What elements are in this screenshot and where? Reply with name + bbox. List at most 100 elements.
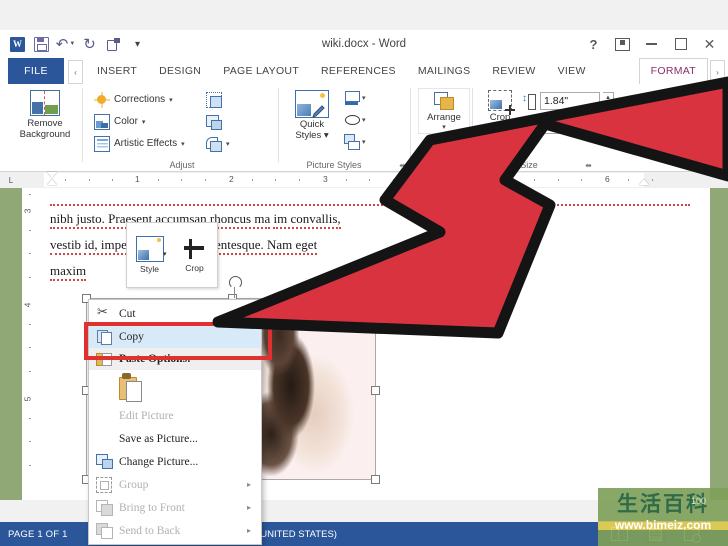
style-icon: ▾ xyxy=(135,236,167,262)
minimize-icon[interactable] xyxy=(637,31,666,57)
mini-style-button[interactable]: ▾ Style xyxy=(127,223,172,287)
context-menu-label-copy: Copy xyxy=(119,330,144,343)
tab-view[interactable]: VIEW xyxy=(547,58,597,84)
context-menu-item-save-as-picture[interactable]: Save as Picture... xyxy=(89,427,261,450)
window-controls: ? ✕ xyxy=(579,30,724,58)
stepper-down-icon[interactable]: ▼ xyxy=(605,101,611,107)
submenu-arrow-icon: ▸ xyxy=(246,480,251,489)
restore-icon[interactable] xyxy=(666,31,695,57)
context-menu[interactable]: Cut Copy Paste Options: Edit Picture Sav… xyxy=(88,299,262,545)
remove-background-button[interactable]: Remove Background xyxy=(12,88,78,140)
context-menu-label-cut: Cut xyxy=(119,307,136,320)
bring-to-front-icon xyxy=(89,496,119,519)
context-menu-label-send-to-back: Send to Back xyxy=(119,524,181,537)
context-menu-item-bring-to-front: Bring to Front ▸ xyxy=(89,496,261,519)
tab-scroll-left-icon[interactable]: ‹ xyxy=(68,60,83,84)
shape-width-stepper[interactable]: ▲ ▼ xyxy=(603,116,614,134)
tab-scroll-right-icon[interactable]: › xyxy=(710,60,725,84)
tab-design[interactable]: DESIGN xyxy=(148,58,212,84)
corrections-icon xyxy=(94,91,110,108)
ribbon-group-remove-background: Remove Background xyxy=(8,84,82,172)
resize-handle-bottom-right[interactable] xyxy=(371,475,380,484)
picture-layout-icon xyxy=(344,134,360,150)
title-bar: W ↶ ▼ ↻ ▾ wiki.docx - Word ? ✕ xyxy=(0,30,728,58)
first-line-indent-marker[interactable] xyxy=(47,172,57,178)
tab-selector-icon[interactable]: L xyxy=(0,172,22,188)
ribbon-display-options-icon[interactable] xyxy=(608,31,637,57)
tab-format[interactable]: FORMAT xyxy=(638,58,708,84)
tab-file[interactable]: FILE xyxy=(8,58,64,84)
artistic-effects-button[interactable]: Artistic Effects ▾ xyxy=(94,134,185,153)
save-icon[interactable] xyxy=(33,36,50,53)
ruler-mark-1: 1 xyxy=(135,174,140,184)
quick-styles-icon xyxy=(295,90,329,118)
chevron-down-icon: ▾ xyxy=(181,140,185,148)
shape-width-row: 2.96" ▲ ▼ xyxy=(522,116,614,135)
stepper-down-icon[interactable]: ▼ xyxy=(605,125,611,131)
tab-mailings[interactable]: MAILINGS xyxy=(407,58,482,84)
shape-height-stepper[interactable]: ▲ ▼ xyxy=(603,92,614,110)
context-menu-item-group: Group ▸ xyxy=(89,473,261,496)
undo-icon[interactable]: ↶ ▼ xyxy=(56,36,76,53)
ruler-mark-3: 3 xyxy=(323,174,328,184)
compress-pictures-button[interactable] xyxy=(206,90,222,109)
picture-border-icon xyxy=(344,90,360,106)
context-menu-paste-picture-button[interactable] xyxy=(89,370,261,404)
reset-picture-button[interactable]: ▾ xyxy=(206,134,230,153)
watermark-zoom-overlay: 100 xyxy=(690,496,706,506)
redo-icon[interactable]: ↻ xyxy=(81,36,98,53)
group-separator xyxy=(472,88,473,162)
shape-height-input[interactable]: 1.84" xyxy=(540,92,600,110)
vruler-mark-4: 4 xyxy=(22,302,33,308)
resize-handle-top-right[interactable] xyxy=(371,294,380,303)
remove-background-icon xyxy=(30,90,60,116)
rotate-handle[interactable] xyxy=(229,276,242,289)
copy-icon xyxy=(89,325,119,348)
context-menu-item-copy[interactable]: Copy xyxy=(89,325,261,348)
tab-review[interactable]: REVIEW xyxy=(481,58,546,84)
touch-mouse-mode-icon[interactable] xyxy=(105,36,122,53)
tab-insert[interactable]: INSERT xyxy=(86,58,148,84)
right-indent-marker[interactable] xyxy=(639,179,649,185)
compress-pictures-icon xyxy=(206,91,222,108)
picture-styles-dialog-launcher-icon[interactable]: ⬌ xyxy=(399,161,406,170)
document-line-3-text: maxim xyxy=(50,263,87,281)
picture-layout-button[interactable]: ▾ xyxy=(344,134,366,150)
collapse-ribbon-icon[interactable]: ⌃ xyxy=(712,157,720,168)
close-icon[interactable]: ✕ xyxy=(695,31,724,57)
tab-page-layout[interactable]: PAGE LAYOUT xyxy=(212,58,310,84)
shape-width-icon xyxy=(522,118,538,135)
corrections-button[interactable]: Corrections ▾ xyxy=(94,90,173,109)
picture-border-button[interactable]: ▾ xyxy=(344,90,366,106)
group-separator xyxy=(82,88,83,162)
color-button[interactable]: Color ▾ xyxy=(94,112,145,131)
resize-handle-middle-right[interactable] xyxy=(371,386,380,395)
color-icon xyxy=(94,113,110,130)
remove-background-label-line2: Background xyxy=(19,129,71,140)
save-as-picture-icon xyxy=(89,427,119,450)
customize-quick-access-toolbar-icon[interactable]: ▾ xyxy=(129,36,146,53)
mini-crop-button[interactable]: Crop xyxy=(172,223,217,287)
context-menu-item-change-picture[interactable]: Change Picture... xyxy=(89,450,261,473)
quick-styles-button[interactable]: Quick Styles ▾ xyxy=(286,88,338,141)
shape-width-input[interactable]: 2.96" xyxy=(540,116,600,134)
arrange-button[interactable]: Arrange ▾ xyxy=(418,88,470,134)
document-line-2-text: vestib xyxy=(50,237,82,255)
status-page-indicator[interactable]: PAGE 1 OF 1 xyxy=(0,529,68,540)
help-icon[interactable]: ? xyxy=(579,31,608,57)
horizontal-ruler[interactable]: L 1 2 3 4 6 xyxy=(0,172,728,189)
vertical-ruler[interactable]: 3 4 5 xyxy=(22,188,39,500)
change-picture-icon xyxy=(89,450,119,473)
crop-button[interactable]: Crop xyxy=(480,88,520,123)
hanging-indent-marker[interactable] xyxy=(47,179,57,185)
crop-icon xyxy=(182,237,208,261)
change-picture-button[interactable] xyxy=(206,112,222,131)
chevron-down-icon: ▾ xyxy=(362,139,366,146)
paste-keep-source-formatting-icon[interactable] xyxy=(119,373,143,402)
context-menu-item-cut[interactable]: Cut xyxy=(89,302,261,325)
picture-effects-button[interactable]: ▾ xyxy=(344,112,366,128)
tab-references[interactable]: REFERENCES xyxy=(310,58,407,84)
size-dialog-launcher-icon[interactable]: ⬌ xyxy=(585,161,592,170)
chevron-down-icon: ▾ xyxy=(226,140,230,148)
ribbon-group-picture-styles: Quick Styles ▾ ▾ ▾ ▾ Picture Styles ⬌ xyxy=(282,84,410,172)
